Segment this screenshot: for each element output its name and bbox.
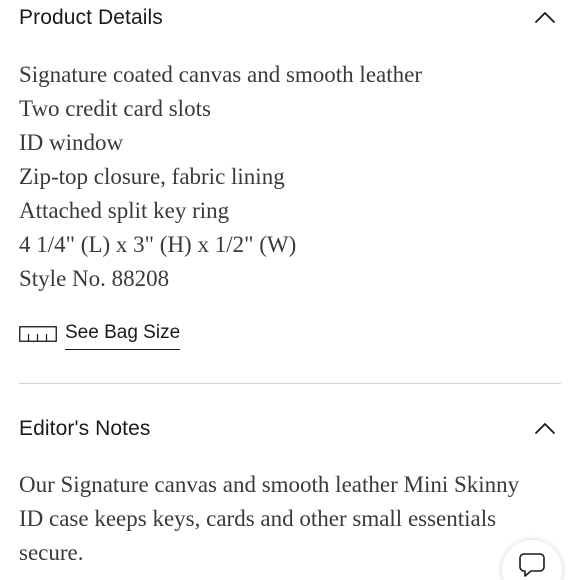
product-details-header[interactable]: Product Details <box>19 1 561 33</box>
detail-item-closure: Zip-top closure, fabric lining <box>19 164 285 189</box>
see-bag-size-label[interactable]: See Bag Size <box>65 319 181 350</box>
editors-notes-header[interactable]: Editor's Notes <box>19 412 561 444</box>
chevron-up-icon[interactable] <box>533 420 557 436</box>
editors-notes-text: Our Signature canvas and smooth leather … <box>19 472 520 565</box>
detail-item-style-number: Style No. 88208 <box>19 266 170 291</box>
detail-item-dimensions: 4 1/4" (L) x 3" (H) x 1/2" (W) <box>19 232 297 257</box>
product-details-title: Product Details <box>19 5 163 29</box>
product-details-list: Signature coated canvas and smooth leath… <box>19 58 422 296</box>
detail-item-card-slots: Two credit card slots <box>19 96 211 121</box>
detail-item-id-window: ID window <box>19 130 124 155</box>
ruler-icon <box>19 326 57 342</box>
detail-item-key-ring: Attached split key ring <box>19 198 230 223</box>
editors-notes-title: Editor's Notes <box>19 416 151 440</box>
detail-item-material: Signature coated canvas and smooth leath… <box>19 62 422 87</box>
chevron-up-icon[interactable] <box>533 9 557 25</box>
section-divider <box>19 383 561 384</box>
chat-bubble-icon <box>519 553 545 577</box>
see-bag-size-link[interactable]: See Bag Size <box>19 319 181 351</box>
